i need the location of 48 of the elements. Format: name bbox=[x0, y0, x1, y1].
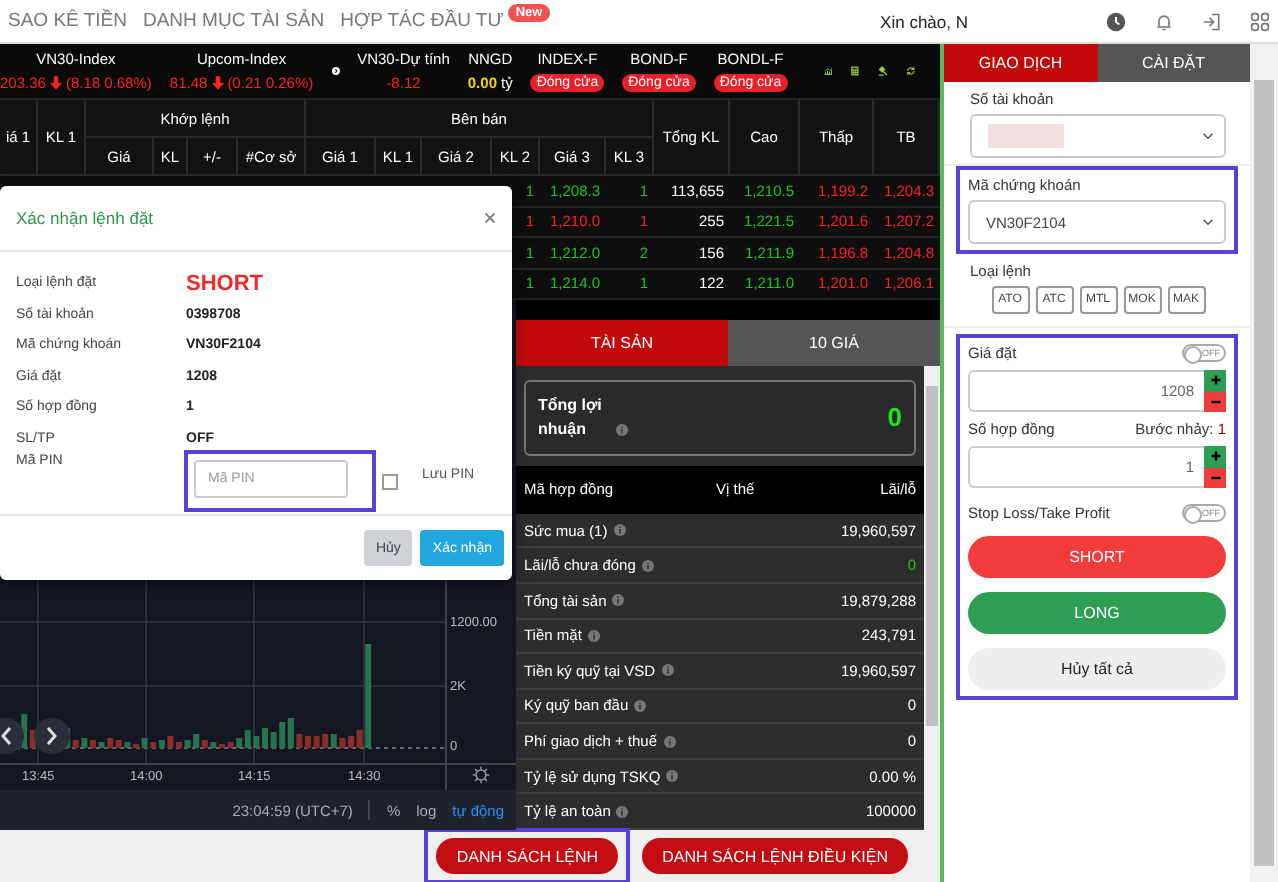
logout-icon[interactable] bbox=[1202, 11, 1222, 31]
info-icon bbox=[634, 699, 647, 712]
chevron-down-icon bbox=[1202, 218, 1214, 226]
info-icon bbox=[587, 629, 600, 642]
order-list-button[interactable]: DANH SÁCH LỆNH ĐIỀU KIỆN bbox=[642, 838, 908, 874]
panel-tab[interactable]: GIAO DỊCH bbox=[944, 44, 1097, 82]
greeting-text: Xin chào, N bbox=[880, 11, 968, 31]
checkbox[interactable] bbox=[382, 474, 398, 490]
chevron-right-icon[interactable] bbox=[331, 62, 340, 80]
info-icon bbox=[666, 770, 679, 783]
info-icon bbox=[613, 524, 626, 537]
close-icon[interactable] bbox=[484, 212, 496, 224]
scrollbar[interactable] bbox=[1250, 44, 1278, 882]
scroll-right-button[interactable] bbox=[34, 718, 70, 754]
nav-link[interactable]: DANH MỤC TÀI SẢN bbox=[142, 10, 325, 32]
cancel-all-button[interactable]: Hủy tất cả bbox=[968, 648, 1226, 690]
info-icon bbox=[663, 735, 676, 748]
info-icon bbox=[661, 664, 674, 677]
info-icon bbox=[612, 594, 625, 607]
profit-label: Tổng lợi nhuận bbox=[538, 393, 604, 442]
panel-tab[interactable]: 10 GIÁ bbox=[728, 320, 940, 366]
bell-icon[interactable] bbox=[1154, 11, 1174, 31]
panel-tab[interactable]: TÀI SẢN bbox=[516, 320, 728, 366]
chevron-down-icon bbox=[1202, 132, 1214, 140]
settings-icon[interactable] bbox=[472, 766, 490, 784]
minus-icon[interactable] bbox=[1204, 467, 1226, 488]
info-icon bbox=[616, 805, 629, 818]
panel-tab[interactable]: CÀI ĐẶT bbox=[1097, 44, 1250, 82]
gavel-icon[interactable] bbox=[878, 60, 889, 82]
down-arrow-icon bbox=[211, 76, 224, 90]
order-button[interactable]: SHORT bbox=[968, 536, 1226, 578]
down-arrow-icon bbox=[49, 76, 62, 90]
plus-icon[interactable] bbox=[1204, 370, 1226, 391]
nav-link[interactable]: SAO KÊ TIỀN bbox=[8, 10, 127, 32]
clock-icon[interactable] bbox=[1106, 11, 1126, 31]
nav-link[interactable]: HỢP TÁC ĐẦU TƯ bbox=[340, 10, 504, 32]
grid-menu-icon[interactable] bbox=[1250, 11, 1270, 31]
order-button[interactable]: LONG bbox=[968, 592, 1226, 634]
field-value: SHORT bbox=[186, 271, 263, 296]
profit-value: 0 bbox=[887, 402, 902, 433]
info-icon bbox=[641, 559, 654, 572]
scroll-left-button[interactable] bbox=[0, 718, 24, 754]
plus-icon[interactable] bbox=[1204, 446, 1226, 467]
minus-icon[interactable] bbox=[1204, 391, 1226, 412]
scrollbar[interactable] bbox=[924, 366, 940, 830]
info-icon bbox=[616, 423, 628, 436]
order-list-button[interactable]: DANH SÁCH LỆNH bbox=[436, 838, 619, 874]
dialog-title: Xác nhận lệnh đặt bbox=[16, 208, 156, 228]
